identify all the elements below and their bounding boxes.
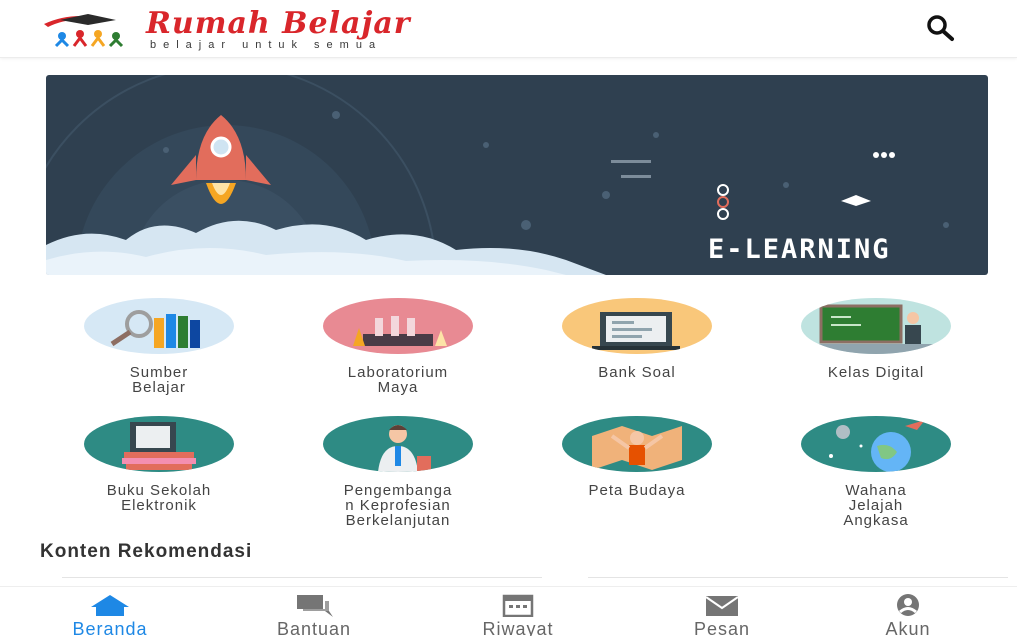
- menu-kelas-digital[interactable]: Kelas Digital: [776, 298, 976, 418]
- nav-label: Beranda: [72, 619, 148, 636]
- menu-label: Sumber Belajar: [129, 364, 189, 396]
- space-planet-icon: [801, 416, 951, 472]
- home-icon: [91, 595, 129, 616]
- account-icon: [897, 594, 919, 616]
- menu-label: Wahana Jelajah Angkasa: [843, 482, 909, 529]
- nav-label: Bantuan: [276, 619, 352, 636]
- menu-wahana-jelajah-angkasa[interactable]: Wahana Jelajah Angkasa: [776, 416, 976, 536]
- calendar-icon: [502, 594, 534, 617]
- menu-label: Laboratorium Maya: [347, 364, 449, 396]
- menu-bank-soal[interactable]: Bank Soal: [537, 298, 737, 418]
- logo-title: Rumah Belajar: [146, 6, 411, 41]
- bottom-navigation: Beranda Bantuan Riwayat Pesan Akun: [0, 586, 1017, 636]
- nav-label: Akun: [885, 619, 931, 636]
- nav-beranda[interactable]: Beranda: [30, 587, 190, 636]
- nav-label: Riwayat: [482, 619, 554, 636]
- menu-label: Kelas Digital: [827, 364, 925, 381]
- lab-flasks-icon: [323, 298, 473, 354]
- recommendation-title: Konten Rekomendasi: [40, 541, 253, 562]
- nav-pesan[interactable]: Pesan: [642, 587, 802, 636]
- app-logo[interactable]: Rumah Belajar belajar untuk semua: [40, 6, 470, 52]
- menu-label: Buku Sekolah Elektronik: [106, 482, 212, 514]
- culture-map-icon: [562, 416, 712, 472]
- menu-pengembangan-keprofesian[interactable]: Pengembanga n Keprofesian Berkelanjutan: [298, 416, 498, 536]
- app-header: Rumah Belajar belajar untuk semua: [0, 0, 1017, 58]
- nav-bantuan[interactable]: Bantuan: [234, 587, 394, 636]
- question-sheet-icon: [562, 298, 712, 354]
- nav-label: Pesan: [693, 619, 751, 636]
- ebook-icon: [84, 416, 234, 472]
- menu-laboratorium-maya[interactable]: Laboratorium Maya: [298, 298, 498, 418]
- books-magnifier-icon: [84, 298, 234, 354]
- nav-akun[interactable]: Akun: [828, 587, 988, 636]
- nav-riwayat[interactable]: Riwayat: [438, 587, 598, 636]
- menu-label: Peta Budaya: [588, 482, 686, 499]
- banner-title: E-LEARNING: [708, 234, 891, 265]
- search-button[interactable]: [922, 10, 958, 46]
- menu-peta-budaya[interactable]: Peta Budaya: [537, 416, 737, 536]
- search-icon: [927, 15, 954, 41]
- teacher-icon: [323, 416, 473, 472]
- elearning-banner[interactable]: E-LEARNING: [46, 75, 988, 275]
- logo-tagline: belajar untuk semua: [150, 39, 383, 51]
- menu-sumber-belajar[interactable]: Sumber Belajar: [59, 298, 259, 418]
- menu-label: Pengembanga n Keprofesian Berkelanjutan: [343, 482, 453, 529]
- digital-classroom-icon: [801, 298, 951, 354]
- menu-label: Bank Soal: [598, 364, 676, 381]
- mail-icon: [705, 596, 739, 616]
- menu-buku-sekolah-elektronik[interactable]: Buku Sekolah Elektronik: [59, 416, 259, 536]
- chat-icon: [297, 595, 333, 617]
- logo-mark-icon: [44, 14, 124, 48]
